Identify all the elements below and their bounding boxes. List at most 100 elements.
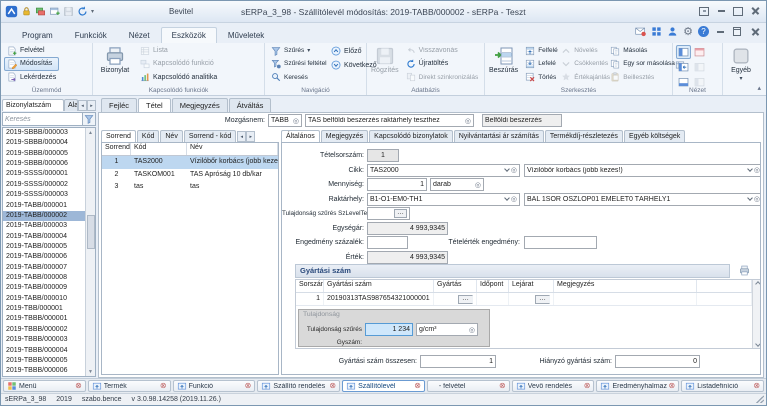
list-item[interactable]: 2019-TBBB/000003 bbox=[3, 335, 85, 345]
sort-tab-prev-icon[interactable]: ◂ bbox=[237, 131, 246, 142]
gyartas-ellipsis-button[interactable]: … bbox=[458, 295, 473, 304]
beszuras-button[interactable]: Beszúrás bbox=[488, 44, 519, 84]
tab-funkciok[interactable]: Funkciók bbox=[64, 27, 118, 43]
engedmeny-field[interactable] bbox=[367, 236, 408, 249]
tab-kapcsolodo-bizonylatok[interactable]: Kapcsolódó bizonylatok bbox=[369, 130, 453, 142]
tab-item-megjegyzes[interactable]: Megjegyzés bbox=[321, 130, 368, 142]
list-item[interactable]: 2019-TBB/000001 bbox=[3, 304, 85, 314]
list-item[interactable]: 2019-SBBB/000004 bbox=[3, 138, 85, 148]
task-menu[interactable]: Menü⊗ bbox=[3, 380, 86, 392]
task-funkcio[interactable]: Funkció⊗ bbox=[173, 380, 256, 392]
szuresi-feltetel-button[interactable]: Szűrési feltétel bbox=[268, 57, 325, 70]
sort-tab-next-icon[interactable]: ▸ bbox=[246, 131, 255, 142]
gear-icon[interactable]: ⚙ bbox=[683, 27, 693, 37]
tab-megjegyzes[interactable]: Megjegyzés bbox=[172, 98, 228, 112]
tab-program[interactable]: Program bbox=[11, 27, 64, 43]
sort-tab-sorrend[interactable]: Sorrend bbox=[101, 130, 136, 142]
document-search-input[interactable] bbox=[2, 112, 83, 126]
list-item[interactable]: 2019-SBBB/000005 bbox=[3, 149, 85, 159]
sort-tab-sorrend-kod[interactable]: Sorrend - kód bbox=[184, 130, 236, 142]
lookup-icon[interactable]: ◎ bbox=[293, 117, 299, 125]
layers-icon[interactable] bbox=[35, 6, 46, 17]
tab-altalanos[interactable]: Általános bbox=[281, 130, 320, 142]
ujratoltes-button[interactable]: Újratöltés bbox=[403, 57, 482, 70]
list-item-selected[interactable]: 2019-TABB/000002 bbox=[3, 211, 85, 221]
task-vevo-rendeles[interactable]: Vevő rendelés⊗ bbox=[512, 380, 595, 392]
lookup-icon[interactable]: ◎ bbox=[465, 117, 471, 125]
raktarhely-name-combo[interactable]: BAL 1SOR OSZLOP01 EMELET0 TÁRHELY1◎ bbox=[524, 193, 761, 206]
lejarat-ellipsis-button[interactable]: … bbox=[535, 295, 550, 304]
list-item[interactable]: 2019-TABB/000007 bbox=[3, 263, 85, 273]
felvetel-button[interactable]: Felvétel bbox=[4, 44, 59, 57]
panel-pink-toggle[interactable] bbox=[692, 45, 707, 59]
felfele-button[interactable]: Felfelé bbox=[522, 44, 555, 57]
task-close-icon[interactable]: ⊗ bbox=[669, 382, 676, 390]
torles-button[interactable]: Törlés bbox=[522, 71, 555, 84]
tab-nezet[interactable]: Nézet bbox=[118, 27, 161, 43]
mail-icon[interactable] bbox=[635, 26, 646, 37]
noveles-button[interactable]: Növelés bbox=[558, 44, 604, 57]
list-item[interactable]: 2019-TBBB/000002 bbox=[3, 325, 85, 335]
lekerdezes-button[interactable]: Lekérdezés bbox=[4, 71, 59, 84]
resize-grip[interactable] bbox=[756, 395, 764, 403]
list-item[interactable]: 2019-TABB/000004 bbox=[3, 232, 85, 242]
tetelertek-field[interactable] bbox=[524, 236, 597, 249]
lookup-icon[interactable]: ◎ bbox=[511, 195, 517, 203]
cikk-code-combo[interactable]: TAS2000◎ bbox=[367, 164, 520, 177]
task-felvetel[interactable]: - felvétel⊗ bbox=[427, 380, 510, 392]
gyartasi-table-row[interactable]: 1 20190313TAS987654321000001 … … bbox=[296, 293, 752, 306]
task-close-icon[interactable]: ⊗ bbox=[329, 382, 336, 390]
tulajdonsag-szures-field[interactable]: … bbox=[367, 207, 410, 220]
task-eredmenyhalmaz[interactable]: Eredményhalmaz⊗ bbox=[596, 380, 679, 392]
gyszam-value-field[interactable]: 1 234 bbox=[365, 323, 413, 336]
new-window-icon[interactable] bbox=[49, 6, 60, 17]
mdi-minimize-button[interactable] bbox=[714, 26, 726, 37]
task-termek[interactable]: Termék⊗ bbox=[88, 380, 171, 392]
grid-row[interactable]: 3 tas tas bbox=[102, 181, 278, 194]
list-item[interactable]: 2019-TBBB/000005 bbox=[3, 356, 85, 366]
sort-tab-nev[interactable]: Név bbox=[160, 130, 182, 142]
list-tab-next-icon[interactable]: ▸ bbox=[87, 100, 96, 111]
egy-sor-masolasa-button[interactable]: Egy sor másolása bbox=[607, 57, 669, 70]
filter-button[interactable] bbox=[83, 112, 96, 126]
csokkentes-button[interactable]: Csökkentés bbox=[558, 57, 604, 70]
scroll-up-icon[interactable]: ▲ bbox=[88, 128, 93, 137]
list-tab-prev-icon[interactable]: ◂ bbox=[78, 100, 87, 111]
list-item[interactable]: 2019-TABB/000003 bbox=[3, 221, 85, 231]
tab-egyeb-koltsegek[interactable]: Egyéb költségek bbox=[624, 130, 685, 142]
tab-ala[interactable]: Ala bbox=[64, 99, 78, 111]
task-szallitolevel[interactable]: Szállítólevél⊗ bbox=[342, 380, 425, 392]
ribbon-collapse-icon[interactable]: ▴ bbox=[757, 84, 761, 92]
task-close-icon[interactable]: ⊗ bbox=[245, 382, 252, 390]
task-szallito-rendeles[interactable]: Szállító rendelés⊗ bbox=[257, 380, 340, 392]
list-item[interactable]: 2019-TABB/000005 bbox=[3, 242, 85, 252]
close-button[interactable] bbox=[748, 5, 762, 17]
tab-termekdij[interactable]: Termékdíj-részletezés bbox=[545, 130, 623, 142]
kapcsolodo-analitika-button[interactable]: Kapcsolódó analitika bbox=[137, 71, 220, 84]
list-item[interactable]: 2019-SBBB/000003 bbox=[3, 128, 85, 138]
task-close-icon[interactable]: ⊗ bbox=[414, 382, 421, 390]
gyartasi-scrollbar[interactable] bbox=[752, 280, 761, 348]
panel-left-toggle[interactable] bbox=[676, 45, 691, 59]
tab-bizonylatszam[interactable]: Bizonylatszám bbox=[2, 99, 64, 111]
cikk-name-combo[interactable]: Vízilóbőr korbács (jobb kezes!)◎ bbox=[524, 164, 761, 177]
task-close-icon[interactable]: ⊗ bbox=[584, 382, 591, 390]
lock-icon[interactable] bbox=[21, 6, 32, 17]
maximize-button[interactable] bbox=[731, 5, 745, 17]
scroll-thumb[interactable] bbox=[87, 215, 95, 249]
bizonylat-button[interactable]: Bizonylat bbox=[96, 44, 134, 84]
list-item[interactable]: 2019-SSSS/000001 bbox=[3, 169, 85, 179]
lookup-icon[interactable]: ◎ bbox=[511, 166, 517, 174]
list-item[interactable]: 2019-TBBB/000006 bbox=[3, 366, 85, 376]
lookup-icon[interactable]: ◎ bbox=[754, 195, 760, 203]
mennyiseg-field[interactable]: 1 bbox=[367, 178, 427, 191]
list-item[interactable]: 2019-SBBB/000006 bbox=[3, 159, 85, 169]
tab-nyilvantartasi-ar[interactable]: Nyilvántartási ár számítás bbox=[454, 130, 544, 142]
panel-dim1-toggle[interactable] bbox=[692, 60, 707, 74]
tab-tetel[interactable]: Tétel bbox=[138, 98, 171, 112]
rogzites-button[interactable]: Rögzítés bbox=[370, 44, 400, 84]
szures-button[interactable]: Szűrés▾ bbox=[268, 44, 325, 57]
tab-atvaltas[interactable]: Átváltás bbox=[229, 98, 272, 112]
list-scrollbar[interactable]: ▲ ▼ bbox=[85, 128, 95, 376]
list-item[interactable]: 2019-TBBB/000004 bbox=[3, 346, 85, 356]
